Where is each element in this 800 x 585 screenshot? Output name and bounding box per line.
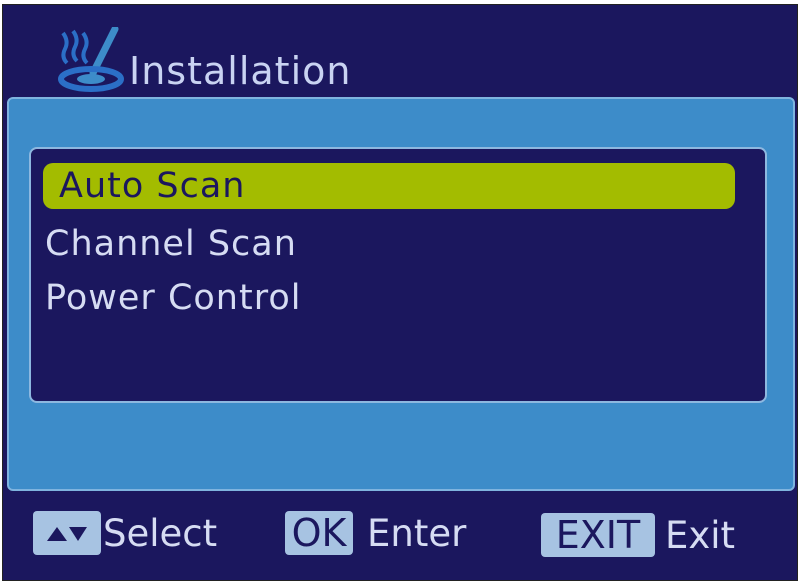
menu-panel: Auto Scan Channel Scan Power Control: [7, 97, 795, 491]
exit-label: Exit: [665, 513, 736, 557]
exit-hint: EXIT Exit: [541, 513, 735, 557]
key-hint-bar: Select OK Enter EXIT Exit: [3, 499, 799, 579]
installation-logo-icon: [58, 27, 124, 92]
ok-key-badge: OK: [285, 511, 353, 555]
menu-list: Auto Scan Channel Scan Power Control: [29, 147, 767, 403]
menu-item-auto-scan[interactable]: Auto Scan: [43, 163, 735, 209]
page-title: Installation: [129, 49, 352, 93]
menu-item-channel-scan[interactable]: Channel Scan: [45, 221, 297, 267]
select-label: Select: [103, 511, 218, 555]
up-down-arrows-icon: [33, 511, 101, 555]
exit-key-badge: EXIT: [541, 513, 655, 557]
enter-label: Enter: [367, 511, 467, 555]
menu-item-power-control[interactable]: Power Control: [45, 275, 301, 321]
select-hint: Select: [33, 511, 217, 555]
header: Installation: [53, 23, 351, 93]
tv-screen: Installation Auto Scan Channel Scan Powe…: [2, 4, 798, 581]
enter-hint: OK Enter: [285, 511, 466, 555]
